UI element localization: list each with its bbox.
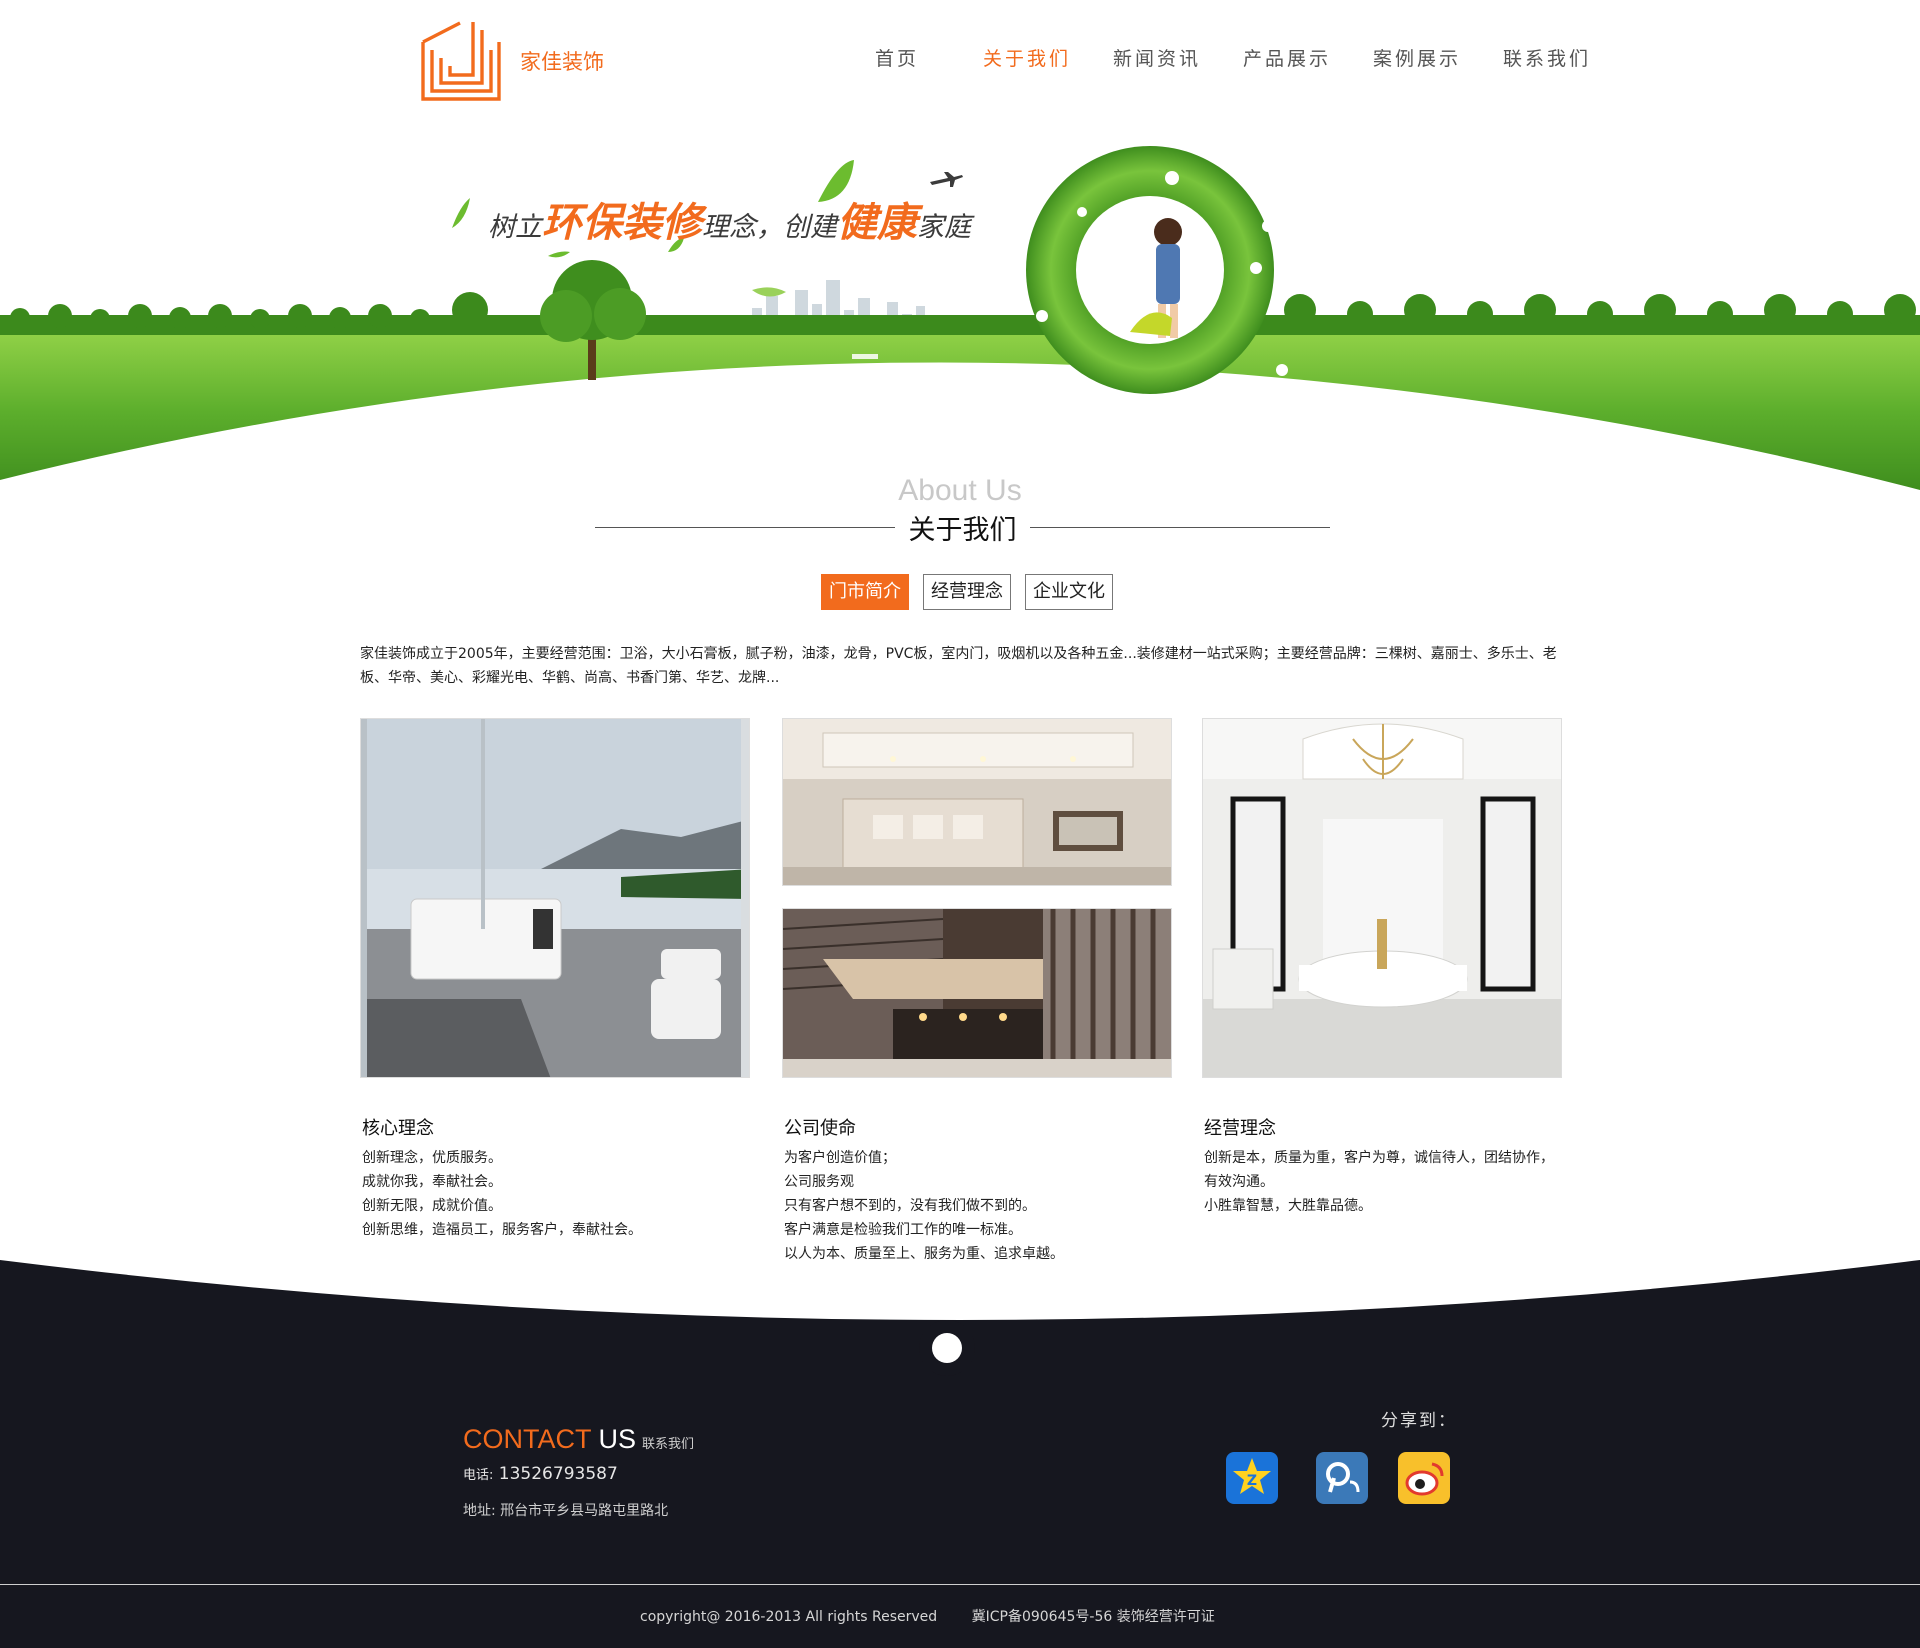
tab-business-philosophy[interactable]: 经营理念	[923, 574, 1011, 610]
share-label: 分享到：	[1381, 1411, 1457, 1431]
site-footer	[0, 1260, 1920, 1648]
living-room-image	[782, 718, 1172, 886]
logo-text: 家佳装饰	[520, 50, 604, 74]
core-philosophy-line: 成就你我，奉献社会。	[362, 1174, 502, 1190]
slogan-part-2: 理念，	[702, 212, 783, 243]
icp-license[interactable]: 冀ICP备090645号-56 装饰经营许可证	[972, 1609, 1215, 1625]
core-philosophy-column: 核心理念 创新理念，优质服务。 成就你我，奉献社会。 创新无限，成就价值。 创新…	[362, 1114, 722, 1242]
contact-phone: 电话: 13526793587	[463, 1464, 618, 1484]
site-header: 家佳装饰 首页 关于我们 新闻资讯 产品展示 案例展示 联系我们	[0, 0, 1920, 120]
tab-store-intro[interactable]: 门市简介	[821, 574, 909, 610]
business-philosophy-column: 经营理念 创新是本，质量为重，客户为尊，诚信待人，团结协作，有效沟通。 小胜靠智…	[1204, 1114, 1566, 1218]
contact-title-cn: 联系我们	[642, 1436, 695, 1451]
core-philosophy-title: 核心理念	[362, 1118, 434, 1139]
dining-room-image	[782, 908, 1172, 1078]
bathroom-lake-image	[360, 718, 750, 1078]
business-philosophy-line: 小胜靠智慧，大胜靠品德。	[1204, 1198, 1372, 1214]
company-mission-column: 公司使命 为客户创造价值； 公司服务观 只有客户想不到的，没有我们做不到的。 客…	[784, 1114, 1164, 1266]
contact-title-accent: CONTACT	[463, 1424, 591, 1454]
slogan-highlight-1: 环保装修	[542, 199, 702, 246]
company-mission-line: 公司服务观	[784, 1174, 854, 1190]
contact-address: 地址: 邢台市平乡县马路屯里路北	[463, 1503, 669, 1519]
luxury-bathroom-image	[1202, 718, 1562, 1078]
nav-item-cases[interactable]: 案例展示	[1352, 44, 1482, 71]
banner-slogan: 树立环保装修理念，创建健康家庭	[488, 190, 971, 248]
main-nav: 首页 关于我们 新闻资讯 产品展示 案例展示 联系我们	[832, 44, 1612, 71]
core-philosophy-line: 创新无限，成就价值。	[362, 1198, 502, 1214]
logo[interactable]: 家佳装饰	[420, 20, 604, 102]
business-philosophy-title: 经营理念	[1204, 1118, 1276, 1139]
about-title-en: About Us	[898, 474, 1022, 507]
company-mission-line: 客户满意是检验我们工作的唯一标准。	[784, 1222, 1022, 1238]
slogan-highlight-2: 健康	[837, 199, 917, 246]
phone-label: 电话:	[463, 1468, 494, 1483]
hero-banner: 树立环保装修理念，创建健康家庭	[0, 120, 1920, 500]
contact-title-rest: US	[591, 1424, 637, 1454]
svg-text:Z: Z	[1247, 1473, 1257, 1489]
tencent-weibo-icon[interactable]	[1316, 1452, 1368, 1504]
company-mission-line: 为客户创造价值；	[784, 1150, 896, 1166]
nav-item-about[interactable]: 关于我们	[962, 44, 1092, 71]
slogan-part-4: 家庭	[917, 212, 971, 243]
tab-corporate-culture[interactable]: 企业文化	[1025, 574, 1113, 610]
title-divider-right	[1030, 527, 1330, 528]
qzone-icon[interactable]: Z	[1226, 1452, 1278, 1504]
copyright-text: copyright@ 2016-2013 All rights Reserved	[640, 1609, 938, 1625]
nav-item-news[interactable]: 新闻资讯	[1092, 44, 1222, 71]
sina-weibo-icon[interactable]	[1398, 1452, 1450, 1504]
logo-icon	[421, 21, 501, 101]
contact-title: CONTACT US 联系我们	[463, 1424, 694, 1455]
nav-item-home[interactable]: 首页	[832, 44, 962, 71]
nav-item-products[interactable]: 产品展示	[1222, 44, 1352, 71]
intro-text: 家佳装饰成立于2005年，主要经营范围：卫浴，大小石膏板，腻子粉，油漆，龙骨，P…	[360, 646, 1557, 686]
business-philosophy-line: 创新是本，质量为重，客户为尊，诚信待人，团结协作，有效沟通。	[1204, 1150, 1554, 1190]
banner-landscape-image	[0, 146, 1920, 490]
phone-number[interactable]: 13526793587	[499, 1464, 618, 1484]
core-philosophy-line: 创新思维，造福员工，服务客户，奉献社会。	[362, 1222, 642, 1238]
nav-item-contact[interactable]: 联系我们	[1482, 44, 1612, 71]
footer-background	[0, 1260, 1920, 1648]
slogan-part-1: 树立	[488, 212, 542, 243]
slogan-part-3: 创建	[783, 212, 837, 243]
core-philosophy-line: 创新理念，优质服务。	[362, 1150, 502, 1166]
about-tabs: 门市简介 经营理念 企业文化	[821, 574, 1113, 610]
company-mission-line: 只有客户想不到的，没有我们做不到的。	[784, 1198, 1036, 1214]
about-title: 关于我们	[595, 506, 1330, 548]
footer-divider	[0, 1584, 1920, 1585]
copyright: copyright@ 2016-2013 All rights Reserved…	[640, 1606, 1215, 1626]
company-mission-title: 公司使命	[784, 1118, 856, 1139]
